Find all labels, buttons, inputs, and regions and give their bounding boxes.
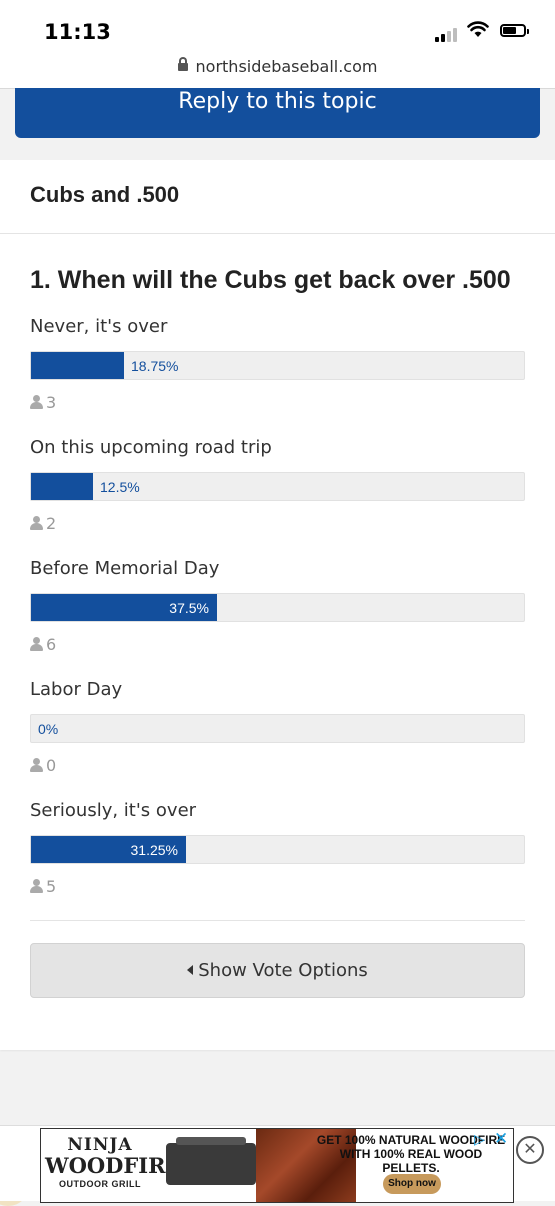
poll-vote-count: 3: [30, 393, 525, 413]
poll-option: On this upcoming road trip 12.5% 2: [30, 436, 525, 534]
poll-result-fill: [31, 473, 93, 500]
browser-url-bar[interactable]: northsidebaseball.com: [0, 52, 555, 89]
poll-result-fill: [31, 352, 124, 379]
poll-percent: 12.5%: [100, 479, 140, 495]
ad-creative[interactable]: NINJA WOODFIRE OUTDOOR GRILL GET 100% NA…: [40, 1128, 514, 1203]
vote-count-value: 5: [46, 877, 57, 896]
user-icon: [30, 758, 43, 772]
poll-option-label: Never, it's over: [30, 316, 168, 337]
poll-vote-count: 5: [30, 877, 525, 897]
adchoices-icon[interactable]: ▷: [474, 1131, 485, 1148]
reply-to-topic-button[interactable]: Reply to this topic: [15, 88, 540, 138]
poll-result-bar: 37.5%: [30, 593, 525, 622]
poll-percent: 37.5%: [169, 600, 209, 616]
ad-brand-logo: NINJA WOODFIRE OUTDOOR GRILL: [45, 1135, 182, 1189]
cellular-signal-icon: [435, 24, 459, 42]
divider: [0, 233, 555, 234]
poll-option: Seriously, it's over 31.25% 5: [30, 799, 525, 897]
close-ad-button[interactable]: ✕: [516, 1136, 544, 1164]
url-text: northsidebaseball.com: [195, 57, 378, 76]
poll-vote-count: 2: [30, 514, 525, 534]
poll-option: Before Memorial Day 37.5% 6: [30, 557, 525, 655]
vote-count-value: 6: [46, 635, 57, 654]
show-vote-options-label: Show Vote Options: [198, 960, 368, 981]
poll-option: Labor Day 0% 0: [30, 678, 525, 776]
user-icon: [30, 395, 43, 409]
poll-percent: 31.25%: [130, 842, 178, 858]
wifi-icon: [467, 21, 489, 37]
ad-brand-line3: OUTDOOR GRILL: [59, 1179, 141, 1189]
vote-count-value: 0: [46, 756, 57, 775]
ad-brand-line1: NINJA: [67, 1135, 133, 1155]
status-time: 11:13: [44, 20, 111, 44]
poll-result-bar: 0%: [30, 714, 525, 743]
poll-option-label: On this upcoming road trip: [30, 437, 272, 458]
battery-icon: [500, 24, 529, 37]
lock-icon: [177, 57, 188, 71]
ad-brand-line2: WOODFIRE: [45, 1153, 182, 1178]
poll-result-bar: 12.5%: [30, 472, 525, 501]
poll-percent: 18.75%: [131, 358, 179, 374]
user-icon: [30, 879, 43, 893]
poll-vote-count: 0: [30, 756, 525, 776]
vote-count-value: 2: [46, 514, 57, 533]
poll-result-bar: 18.75%: [30, 351, 525, 380]
poll-question: 1. When will the Cubs get back over .500: [30, 266, 511, 294]
poll-option-label: Labor Day: [30, 679, 123, 700]
topic-title: Cubs and .500: [30, 182, 180, 207]
poll-option-label: Seriously, it's over: [30, 800, 197, 821]
poll-result-bar: 31.25%: [30, 835, 525, 864]
divider: [30, 920, 525, 921]
poll-option: Never, it's over 18.75% 3: [30, 315, 525, 413]
grill-image: [166, 1137, 256, 1185]
poll-card: Cubs and .500 1. When will the Cubs get …: [0, 160, 555, 1050]
status-bar: 11:13: [0, 0, 555, 52]
poll-option-label: Before Memorial Day: [30, 558, 220, 579]
ad-headline-line2: WITH 100% REAL WOOD PELLETS.: [339, 1147, 483, 1175]
vote-count-value: 3: [46, 393, 57, 412]
user-icon: [30, 637, 43, 651]
ad-banner: NINJA WOODFIRE OUTDOOR GRILL GET 100% NA…: [0, 1125, 555, 1203]
caret-left-icon: [187, 965, 194, 975]
user-icon: [30, 516, 43, 530]
poll-vote-count: 6: [30, 635, 525, 655]
show-vote-options-button[interactable]: Show Vote Options: [30, 943, 525, 998]
poll-percent: 0%: [38, 721, 59, 737]
shop-now-button[interactable]: Shop now: [383, 1174, 441, 1194]
ad-close-icon[interactable]: ✕: [494, 1129, 508, 1149]
